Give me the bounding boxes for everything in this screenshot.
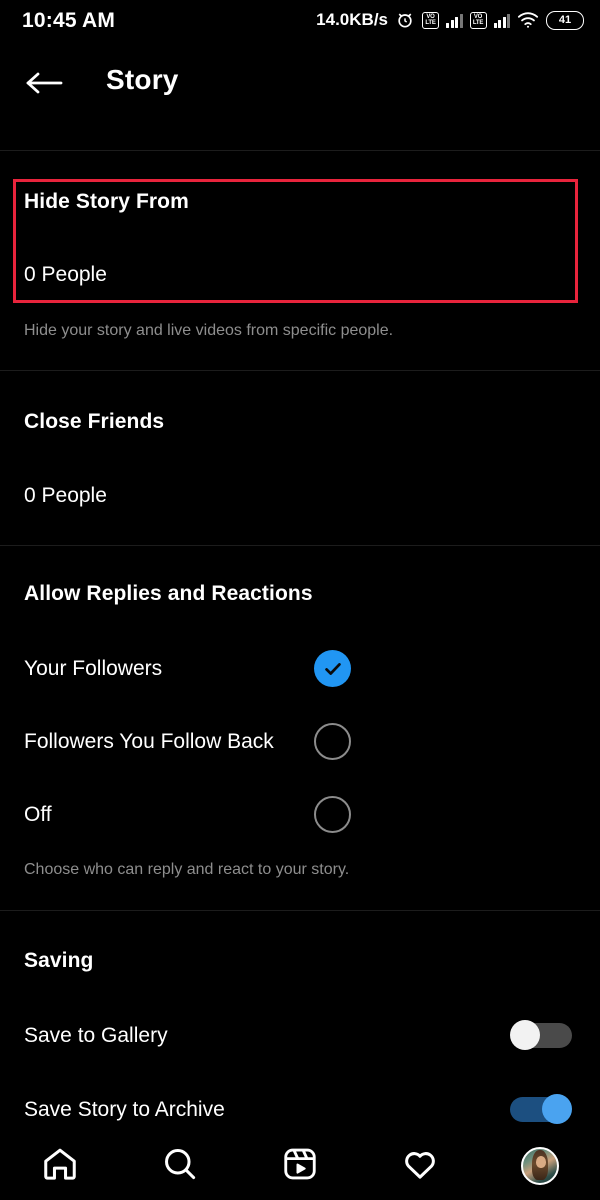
toggle-save-to-gallery[interactable] (510, 1020, 572, 1050)
sim2-volte-icon: VO LTE (469, 9, 487, 31)
nav-profile[interactable] (508, 1139, 572, 1193)
close-friends-value: 0 People (24, 484, 107, 507)
sim2-signal-icon (493, 12, 510, 28)
divider-close-friends (0, 370, 600, 371)
status-bar-icons: 14.0KB/s VO LTE VO LTE 41 (316, 8, 584, 32)
battery-level-label: 41 (558, 14, 572, 26)
hide-story-helper: Hide your story and live videos from spe… (24, 322, 394, 339)
alarm-clock-icon (395, 9, 415, 31)
toggle-save-story-to-archive[interactable] (510, 1094, 572, 1124)
story-settings-screen: 10:45 AM 14.0KB/s VO LTE VO LTE 41 Story… (0, 0, 600, 1200)
radio-followers-you-follow-back[interactable] (314, 723, 351, 760)
back-arrow-icon[interactable] (24, 68, 64, 98)
save-to-gallery-label: Save to Gallery (24, 1024, 168, 1047)
option-label-off: Off (24, 803, 52, 826)
nav-activity[interactable] (388, 1139, 452, 1193)
sim1-volte-icon: VO LTE (422, 9, 439, 31)
bottom-navigation-bar (0, 1132, 600, 1200)
option-label-your-followers: Your Followers (24, 657, 163, 680)
allow-replies-title: Allow Replies and Reactions (24, 582, 313, 605)
divider-top (0, 150, 600, 151)
status-bar-time: 10:45 AM (22, 9, 116, 32)
app-header: Story (0, 46, 600, 118)
avatar-face (536, 1156, 546, 1168)
divider-allow-replies (0, 545, 600, 546)
status-bar: 10:45 AM 14.0KB/s VO LTE VO LTE 41 (0, 0, 600, 46)
saving-title: Saving (24, 949, 94, 972)
radio-your-followers[interactable] (314, 650, 351, 687)
close-friends-title: Close Friends (24, 410, 165, 433)
page-title: Story (106, 64, 179, 95)
save-story-to-archive-label: Save Story to Archive (24, 1098, 225, 1121)
toggle-knob (510, 1020, 540, 1050)
nav-home[interactable] (28, 1139, 92, 1193)
nav-reels[interactable] (268, 1139, 332, 1193)
volte-bottom-text: LTE (425, 20, 436, 26)
hide-story-title: Hide Story From (24, 190, 189, 213)
divider-saving (0, 910, 600, 911)
hide-story-value: 0 People (24, 263, 107, 286)
sim1-signal-icon (446, 12, 463, 28)
radio-off[interactable] (314, 796, 351, 833)
nav-search[interactable] (148, 1139, 212, 1193)
volte-bottom-text-2: LTE (472, 20, 484, 26)
search-icon (161, 1145, 199, 1188)
heart-icon (401, 1145, 439, 1188)
allow-replies-helper: Choose who can reply and react to your s… (24, 861, 350, 878)
checkmark-icon (324, 662, 341, 675)
home-icon (41, 1145, 79, 1188)
reels-icon (281, 1145, 319, 1188)
battery-icon: 41 (546, 10, 584, 30)
profile-avatar[interactable] (521, 1147, 559, 1185)
toggle-knob (542, 1094, 572, 1124)
wifi-icon (517, 9, 539, 31)
option-label-followers-you-follow-back: Followers You Follow Back (24, 730, 274, 753)
network-speed-label: 14.0KB/s (316, 10, 388, 29)
